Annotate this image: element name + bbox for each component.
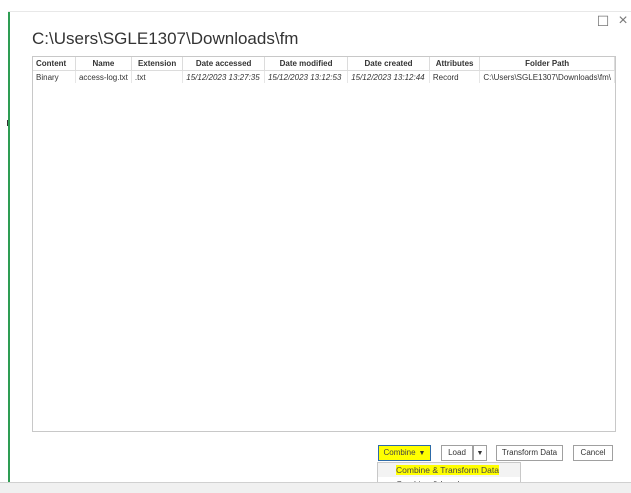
transform-data-button[interactable]: Transform Data: [496, 445, 563, 461]
window-top-edge: [8, 11, 631, 12]
cell-extension: .txt: [131, 70, 184, 83]
cell-content: Binary: [33, 70, 76, 83]
load-dropdown-button[interactable]: ▼: [473, 445, 487, 461]
window-accent-border: [8, 12, 10, 482]
combine-button-label: Combine: [383, 448, 416, 457]
cell-date-accessed: 15/12/2023 13:27:35: [182, 70, 265, 83]
background-mark: [7, 120, 8, 126]
cell-name: access-log.txt: [75, 70, 132, 83]
column-header-date-accessed[interactable]: Date accessed: [182, 57, 265, 71]
cell-attributes: Record: [429, 70, 481, 83]
column-header-attributes[interactable]: Attributes: [429, 57, 481, 71]
column-header-folder-path[interactable]: Folder Path: [479, 57, 615, 71]
folder-path-title: C:\Users\SGLE1307\Downloads\fm: [32, 29, 299, 48]
menu-item-combine-transform[interactable]: Combine & Transform Data: [378, 463, 520, 477]
combine-button[interactable]: Combine ▼: [378, 445, 431, 461]
maximize-button[interactable]: ☐: [594, 12, 612, 30]
chevron-down-icon: ▼: [418, 450, 426, 457]
load-button[interactable]: Load: [441, 445, 473, 461]
column-header-date-modified[interactable]: Date modified: [264, 57, 349, 71]
column-header-date-created[interactable]: Date created: [347, 57, 430, 71]
table-header-row: Content Name Extension Date accessed Dat…: [33, 57, 615, 71]
taskbar-strip: [0, 482, 631, 493]
cell-date-created: 15/12/2023 13:12:44: [347, 70, 430, 83]
close-button[interactable]: ×: [614, 12, 631, 30]
dialog-window: ☐ × C:\Users\SGLE1307\Downloads\fm Conte…: [0, 0, 631, 493]
table-row: Binary access-log.txt .txt 15/12/2023 13…: [33, 70, 615, 83]
column-header-extension[interactable]: Extension: [131, 57, 184, 71]
column-header-content[interactable]: Content: [33, 57, 76, 71]
column-header-name[interactable]: Name: [75, 57, 132, 71]
chevron-down-icon: ▼: [476, 450, 484, 457]
cell-date-modified: 15/12/2023 13:12:53: [264, 70, 349, 83]
cancel-button[interactable]: Cancel: [573, 445, 613, 461]
cell-folder-path: C:\Users\SGLE1307\Downloads\fm\: [479, 70, 615, 83]
file-preview-table: Content Name Extension Date accessed Dat…: [32, 56, 616, 432]
menu-item-label: Combine & Transform Data: [396, 465, 499, 475]
